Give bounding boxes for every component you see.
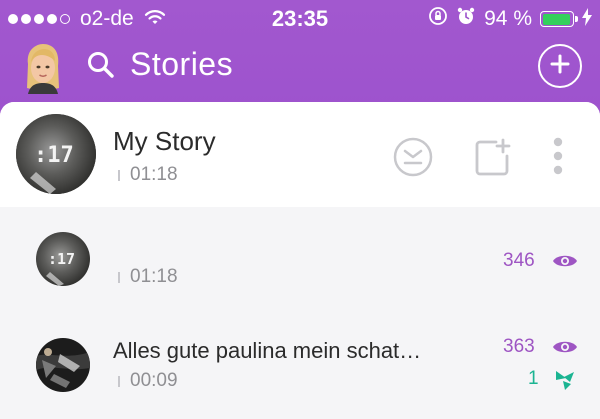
story-meta: 00:09	[118, 370, 178, 392]
time-tick	[118, 169, 120, 181]
plus-icon	[549, 53, 571, 80]
my-story-title: My Story	[113, 126, 216, 156]
orientation-lock-icon	[428, 6, 448, 32]
view-count: 363	[503, 336, 535, 357]
my-story-meta: 01:18	[118, 164, 178, 186]
my-story-row[interactable]: :17 My Story 01:18	[0, 102, 600, 207]
battery-tip	[575, 16, 578, 22]
story-time: 00:09	[130, 370, 178, 391]
search-icon[interactable]	[86, 50, 116, 85]
battery-percent: 94 %	[484, 7, 532, 30]
story-meta: 01:18	[118, 266, 178, 288]
story-title: Alles gute paulina mein schat…	[113, 338, 422, 363]
battery-fill	[542, 13, 570, 25]
bitmoji-avatar[interactable]	[22, 42, 64, 94]
svg-text::17: :17	[48, 250, 75, 268]
charging-bolt-icon	[582, 6, 592, 32]
time-tick	[118, 375, 120, 387]
more-options-icon[interactable]	[551, 136, 565, 181]
status-right: 94 %	[428, 6, 592, 32]
alarm-icon	[456, 6, 476, 32]
story-item[interactable]: :17 01:18 346	[0, 210, 600, 310]
eye-icon	[551, 252, 579, 275]
view-count: 346	[503, 250, 535, 271]
story-item[interactable]: Alles gute paulina mein schat… 00:09 363…	[0, 312, 600, 412]
svg-text::17: :17	[34, 143, 74, 168]
story-thumbnail[interactable]	[36, 338, 90, 392]
my-story-time: 01:18	[130, 164, 178, 185]
add-button[interactable]	[538, 44, 582, 88]
save-story-icon[interactable]	[392, 136, 434, 183]
screenshot-icon	[553, 368, 577, 397]
eye-icon	[551, 338, 579, 361]
page-title: Stories	[130, 46, 234, 82]
my-story-thumbnail[interactable]: :17	[16, 114, 96, 194]
add-to-story-icon[interactable]	[472, 136, 514, 183]
stories-header: Stories	[0, 36, 600, 102]
story-thumbnail[interactable]: :17	[36, 232, 90, 286]
time-tick	[118, 271, 120, 283]
battery-icon	[540, 11, 578, 27]
stories-sheet: :17 My Story 01:18:17 01:18 346 Alles g…	[0, 102, 600, 419]
story-time: 01:18	[130, 266, 178, 287]
screenshot-count: 1	[528, 368, 539, 389]
status-bar: o2-de 23:35 94 %	[0, 0, 600, 36]
